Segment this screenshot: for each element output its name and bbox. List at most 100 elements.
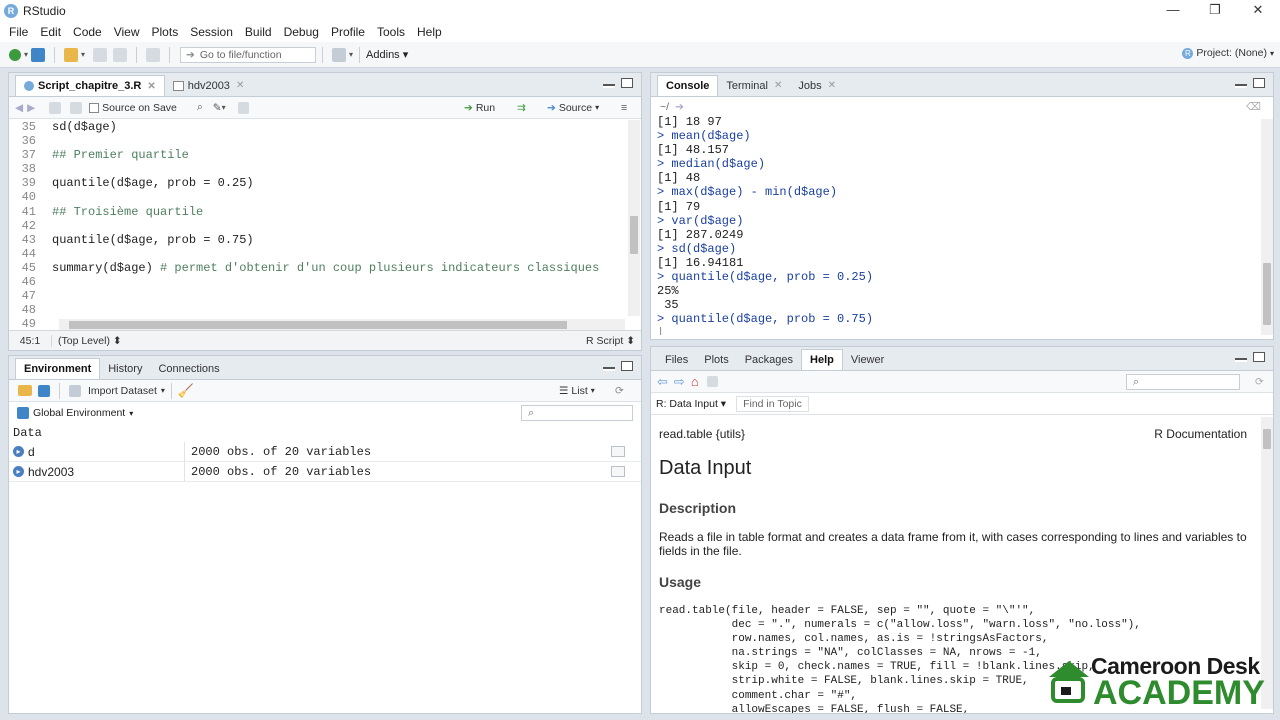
environment-tab-connections[interactable]: Connections — [150, 358, 227, 379]
home-icon[interactable]: ⌂ — [691, 374, 699, 389]
editor-minimize-button[interactable] — [603, 84, 615, 88]
minimize-button[interactable]: — — [1153, 0, 1193, 22]
env-row-hdv2003[interactable]: ▸ hdv2003 2000 obs. of 20 variables — [9, 462, 641, 482]
console-tab-terminal[interactable]: Terminal ✕ — [718, 75, 790, 96]
editor-maximize-button[interactable] — [621, 78, 633, 88]
console-tab-jobs[interactable]: Jobs ✕ — [790, 75, 844, 96]
workspace-panes-icon[interactable] — [332, 47, 347, 62]
help-maximize-button[interactable] — [1253, 352, 1265, 362]
menu-item-help[interactable]: Help — [417, 25, 442, 39]
rerun-icon[interactable]: ⇉ — [517, 102, 526, 114]
editor-tab-script-chapitre-3-r[interactable]: Script_chapitre_3.R ✕ — [15, 75, 165, 96]
description-text: Reads a file in table format and creates… — [659, 530, 1247, 558]
expand-icon[interactable]: ▸ — [13, 446, 24, 457]
new-file-dropdown-icon[interactable]: ▾ — [24, 50, 28, 59]
editor-vertical-scrollbar[interactable] — [628, 120, 640, 316]
help-minimize-button[interactable] — [1235, 358, 1247, 362]
console-output[interactable]: [1] 18 97 > mean(d$age) [1] 48.157 > median… — [657, 115, 1257, 335]
help-back-icon[interactable]: ⇦ — [657, 374, 668, 390]
view-data-icon[interactable] — [611, 466, 625, 477]
goto-directory-icon[interactable]: ➔ — [675, 101, 684, 113]
editor-tab-hdv2003[interactable]: hdv2003 ✕ — [165, 75, 253, 96]
console-tab-console[interactable]: Console — [657, 75, 719, 96]
env-maximize-button[interactable] — [621, 361, 633, 371]
help-tab-viewer[interactable]: Viewer — [843, 349, 892, 370]
print-icon[interactable] — [146, 47, 161, 62]
menu-item-view[interactable]: View — [114, 25, 140, 39]
help-doc-label: R Documentation — [1154, 427, 1247, 441]
help-tab-plots[interactable]: Plots — [696, 349, 736, 370]
help-tab-help[interactable]: Help — [801, 349, 843, 370]
console-line: [1] 48.157 — [657, 143, 730, 158]
editor-tab-close-icon[interactable]: ✕ — [236, 80, 244, 91]
refresh-icon[interactable]: ⟳ — [615, 385, 624, 397]
help-tab-packages[interactable]: Packages — [737, 349, 801, 370]
source-button[interactable]: ➔ Source ▾ — [547, 102, 599, 114]
maximize-button[interactable]: ❐ — [1195, 0, 1235, 22]
help-tab-label: Help — [810, 354, 834, 366]
env-minimize-button[interactable] — [603, 367, 615, 371]
new-project-icon[interactable] — [31, 47, 46, 62]
menu-item-code[interactable]: Code — [73, 25, 102, 39]
expand-icon[interactable]: ▸ — [13, 466, 24, 477]
console-line: 25% — [657, 284, 686, 299]
back-arrow-icon[interactable]: ◀ — [15, 102, 23, 114]
load-workspace-icon[interactable] — [18, 385, 32, 396]
help-forward-icon[interactable]: ⇨ — [674, 374, 685, 390]
new-file-icon[interactable] — [9, 48, 21, 61]
open-recent-dropdown-icon[interactable]: ▾ — [81, 50, 85, 59]
run-button[interactable]: ➔ Run — [464, 102, 495, 114]
help-tabbar: Files Plots Packages Help Viewer — [651, 347, 1273, 371]
project-menu[interactable]: R Project: (None) ▾ — [1182, 47, 1274, 59]
find-in-topic-input[interactable]: Find in Topic — [736, 395, 809, 412]
line-number: 48 — [21, 303, 36, 318]
help-search-input[interactable]: ⌕ — [1126, 374, 1240, 390]
console-tab-close-icon[interactable]: ✕ — [828, 80, 836, 91]
menu-item-file[interactable]: File — [9, 25, 28, 39]
env-row-d[interactable]: ▸ d 2000 obs. of 20 variables — [9, 442, 641, 462]
environment-tab-environment[interactable]: Environment — [15, 358, 101, 379]
document-outline-icon[interactable]: ≡ — [621, 102, 627, 114]
environment-tab-history[interactable]: History — [100, 358, 150, 379]
import-dataset-button[interactable]: Import Dataset ▾ — [66, 384, 165, 397]
addins-menu[interactable]: Addins ▾ — [366, 48, 408, 61]
scope-dropdown[interactable]: Global Environment ▾ — [17, 407, 133, 419]
help-refresh-icon[interactable]: ⟳ — [1255, 376, 1264, 388]
menu-item-debug[interactable]: Debug — [284, 25, 319, 39]
console-tab-close-icon[interactable]: ✕ — [774, 80, 782, 91]
magic-wand-icon[interactable]: ✎ — [213, 102, 222, 114]
help-topic-dropdown[interactable]: R: Data Input ▾ — [656, 398, 726, 410]
menu-item-tools[interactable]: Tools — [377, 25, 405, 39]
open-file-icon[interactable] — [64, 47, 79, 62]
file-type-selector[interactable]: R Script ⬍ — [586, 335, 635, 347]
menu-item-profile[interactable]: Profile — [331, 25, 365, 39]
menu-item-build[interactable]: Build — [245, 25, 272, 39]
forward-arrow-icon[interactable]: ▶ — [27, 102, 35, 114]
source-on-save-checkbox[interactable] — [89, 102, 100, 113]
show-in-window-icon[interactable] — [49, 101, 62, 114]
menu-item-session[interactable]: Session — [190, 25, 233, 39]
view-data-icon[interactable] — [611, 446, 625, 457]
show-in-window-icon[interactable] — [706, 376, 718, 387]
broom-icon[interactable]: 🧹 — [178, 383, 194, 399]
save-all-icon[interactable] — [113, 47, 128, 62]
save-workspace-icon[interactable] — [38, 384, 50, 397]
search-icon[interactable]: ⌕ — [197, 101, 203, 114]
environment-search-input[interactable]: ⌕ — [521, 405, 633, 421]
console-maximize-button[interactable] — [1253, 78, 1265, 88]
menu-item-edit[interactable]: Edit — [40, 25, 61, 39]
compile-report-icon[interactable] — [237, 101, 249, 114]
help-tab-files[interactable]: Files — [657, 349, 696, 370]
close-button[interactable]: ✕ — [1238, 0, 1278, 22]
goto-file-input[interactable]: ➔ Go to file/function — [180, 46, 317, 63]
view-mode-selector[interactable]: ☰ List ▾ — [559, 385, 595, 397]
console-vertical-scrollbar[interactable] — [1261, 119, 1273, 335]
save-icon[interactable] — [93, 47, 108, 62]
clear-console-icon[interactable]: ⌫ — [1246, 101, 1261, 113]
console-tab-label: Console — [666, 80, 710, 92]
scope-selector[interactable]: (Top Level) ⬍ — [51, 334, 122, 347]
console-minimize-button[interactable] — [1235, 84, 1247, 88]
save-script-icon[interactable] — [70, 101, 83, 114]
editor-tab-close-icon[interactable]: ✕ — [147, 81, 155, 92]
menu-item-plots[interactable]: Plots — [152, 25, 179, 39]
